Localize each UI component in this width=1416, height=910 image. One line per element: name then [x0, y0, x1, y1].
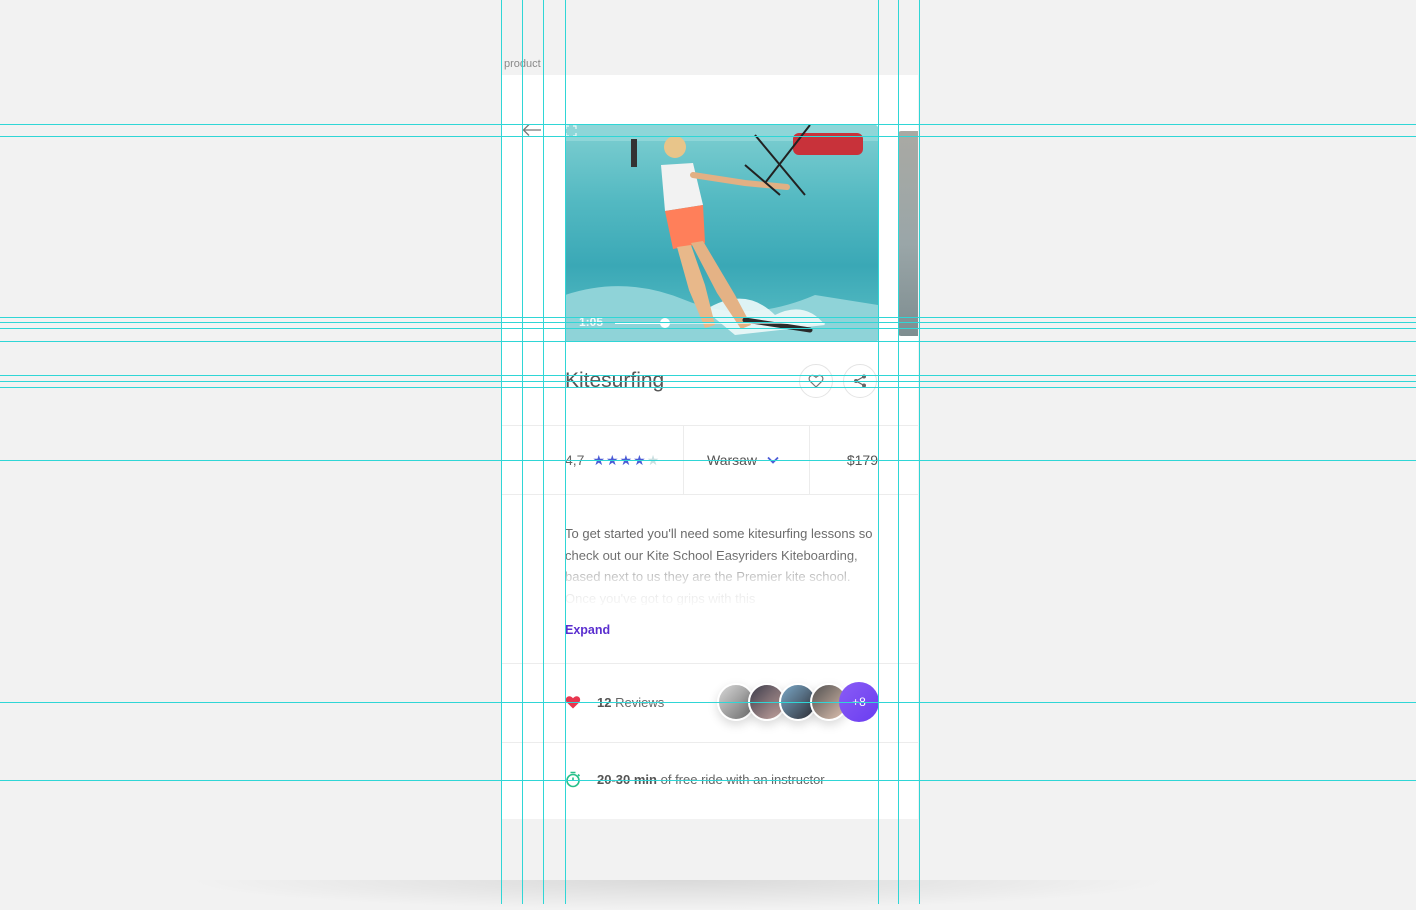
frame-shadow: [180, 880, 1176, 910]
layout-guide: [0, 136, 1416, 137]
description-fade: [565, 555, 881, 607]
layout-guide: [0, 328, 1416, 329]
layout-guide: [0, 460, 1416, 461]
layout-guide: [0, 322, 1416, 323]
layout-guide: [0, 317, 1416, 318]
expand-link[interactable]: Expand: [565, 623, 610, 637]
layout-guide: [0, 387, 1416, 388]
back-arrow-icon[interactable]: [522, 123, 542, 137]
layout-guide: [0, 375, 1416, 376]
layout-guide: [0, 780, 1416, 781]
layout-guide: [0, 341, 1416, 342]
layout-guide: [0, 702, 1416, 703]
video-player[interactable]: 1:05: [565, 125, 878, 342]
kitesurfer-image: [565, 125, 878, 342]
next-media-thumbnail[interactable]: [898, 131, 918, 336]
layout-guide: [0, 381, 1416, 382]
layout-guide: [0, 124, 1416, 125]
